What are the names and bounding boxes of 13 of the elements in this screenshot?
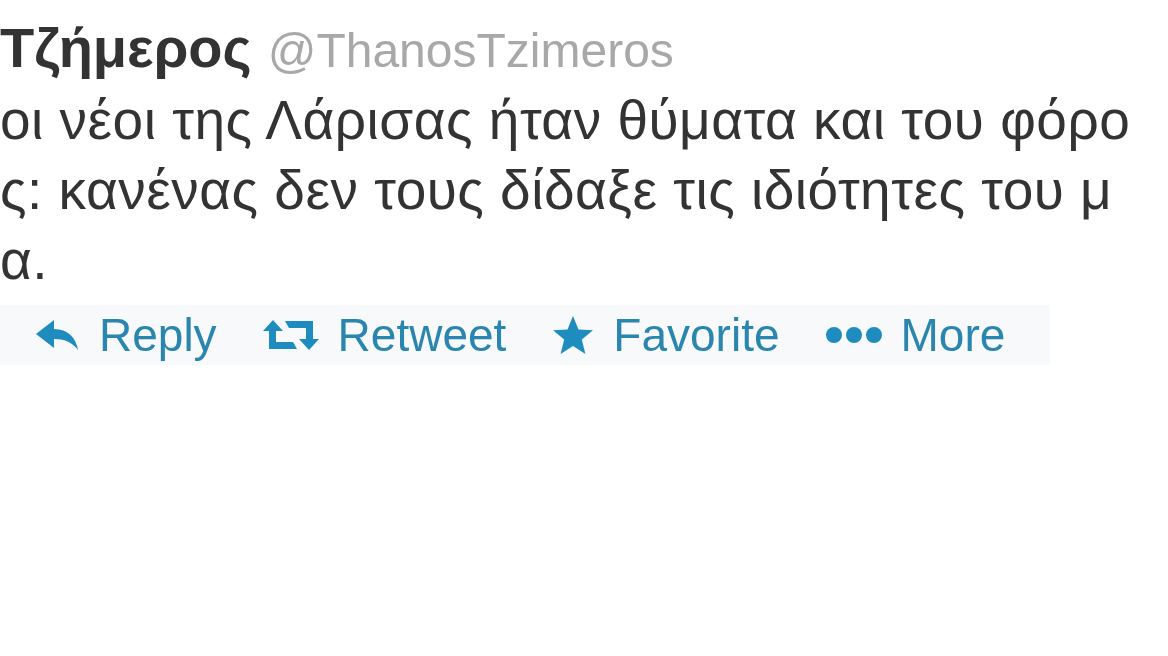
reply-arrow-icon: [34, 318, 80, 352]
star-icon: [552, 315, 595, 355]
tweet-text-line: α.: [0, 228, 49, 293]
favorite-button[interactable]: Favorite: [552, 309, 780, 361]
more-button[interactable]: More: [825, 309, 1006, 361]
author-name[interactable]: Τζήμερος: [0, 16, 252, 80]
tweet-text-line: οι νέοι της Λάρισας ήταν θύματα και του φόρο: [0, 88, 1131, 153]
tweet-text-line: ς: κανένας δεν τους δίδαξε τις ιδιότητες του μ: [0, 158, 1113, 223]
retweet-arrows-icon: [262, 318, 319, 352]
more-dots-icon: [825, 327, 882, 343]
author-handle[interactable]: @ThanosTzimeros: [267, 19, 674, 83]
retweet-button[interactable]: Retweet: [262, 309, 507, 361]
reply-button[interactable]: Reply: [34, 309, 217, 361]
